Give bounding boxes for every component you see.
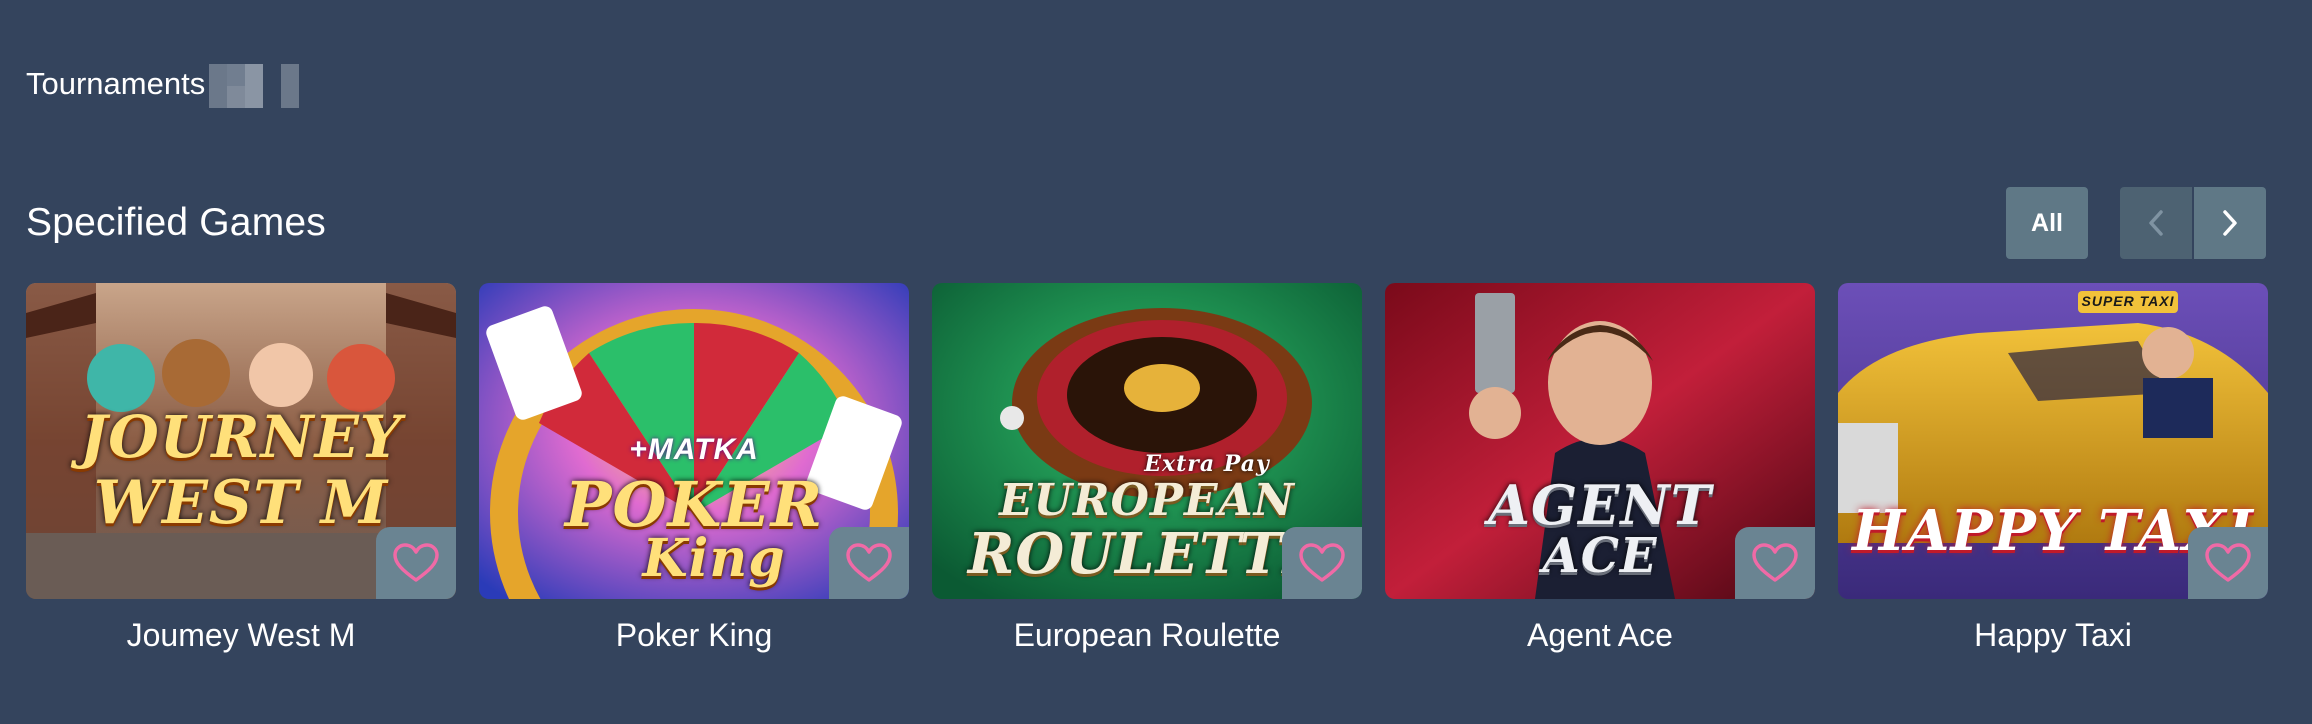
chevron-right-icon	[2223, 210, 2237, 236]
section-title: Specified Games	[26, 201, 326, 244]
redacted-block	[209, 64, 318, 108]
game-thumbnail[interactable]: SUPER TAXI HAPPY TAXI	[1838, 283, 2268, 599]
heart-icon	[1752, 543, 1798, 582]
game-card[interactable]: JOURNEY WEST M Joumey West M	[26, 283, 456, 655]
game-card[interactable]: Extra Pay EUROPEAN ROULETTE European Rou…	[932, 283, 1362, 655]
heart-icon	[846, 543, 892, 582]
heart-icon	[2205, 543, 2251, 582]
favorite-button[interactable]	[1282, 527, 1362, 599]
game-card[interactable]: SUPER TAXI HAPPY TAXI Happy Taxi	[1838, 283, 2268, 655]
heart-icon	[1299, 543, 1345, 582]
prev-button[interactable]	[2120, 187, 2192, 259]
game-art-badge: Extra Pay	[1144, 451, 1270, 477]
favorite-button[interactable]	[2188, 527, 2268, 599]
section-header: Specified Games All	[26, 186, 2266, 260]
games-carousel: JOURNEY WEST M Joumey West M +MATKA POKE…	[26, 283, 2268, 655]
heart-icon	[393, 543, 439, 582]
game-title: European Roulette	[1013, 617, 1281, 653]
game-thumbnail[interactable]: +MATKA POKER King	[479, 283, 909, 599]
game-card[interactable]: AGENT ACE Agent Ace	[1385, 283, 1815, 655]
tournaments-title: Tournaments	[26, 66, 206, 101]
tournaments-header: Tournaments	[26, 60, 318, 108]
favorite-button[interactable]	[376, 527, 456, 599]
game-card[interactable]: +MATKA POKER King Poker King	[479, 283, 909, 655]
game-thumbnail[interactable]: AGENT ACE	[1385, 283, 1815, 599]
section-controls: All	[2006, 187, 2266, 259]
game-title: Happy Taxi	[1974, 617, 2132, 653]
game-art-title: JOURNEY	[79, 403, 403, 471]
all-button[interactable]: All	[2006, 187, 2088, 259]
game-art-title: EUROPEAN	[999, 475, 1295, 526]
game-title: Agent Ace	[1527, 617, 1673, 653]
game-thumbnail[interactable]: Extra Pay EUROPEAN ROULETTE	[932, 283, 1362, 599]
game-art-badge: +MATKA	[629, 433, 759, 466]
next-button[interactable]	[2194, 187, 2266, 259]
game-art-badge: SUPER TAXI	[2081, 293, 2175, 309]
game-thumbnail[interactable]: JOURNEY WEST M	[26, 283, 456, 599]
game-title: Poker King	[615, 617, 773, 653]
favorite-button[interactable]	[1735, 527, 1815, 599]
game-title: Joumey West M	[126, 617, 356, 653]
favorite-button[interactable]	[829, 527, 909, 599]
chevron-left-icon	[2149, 210, 2163, 236]
